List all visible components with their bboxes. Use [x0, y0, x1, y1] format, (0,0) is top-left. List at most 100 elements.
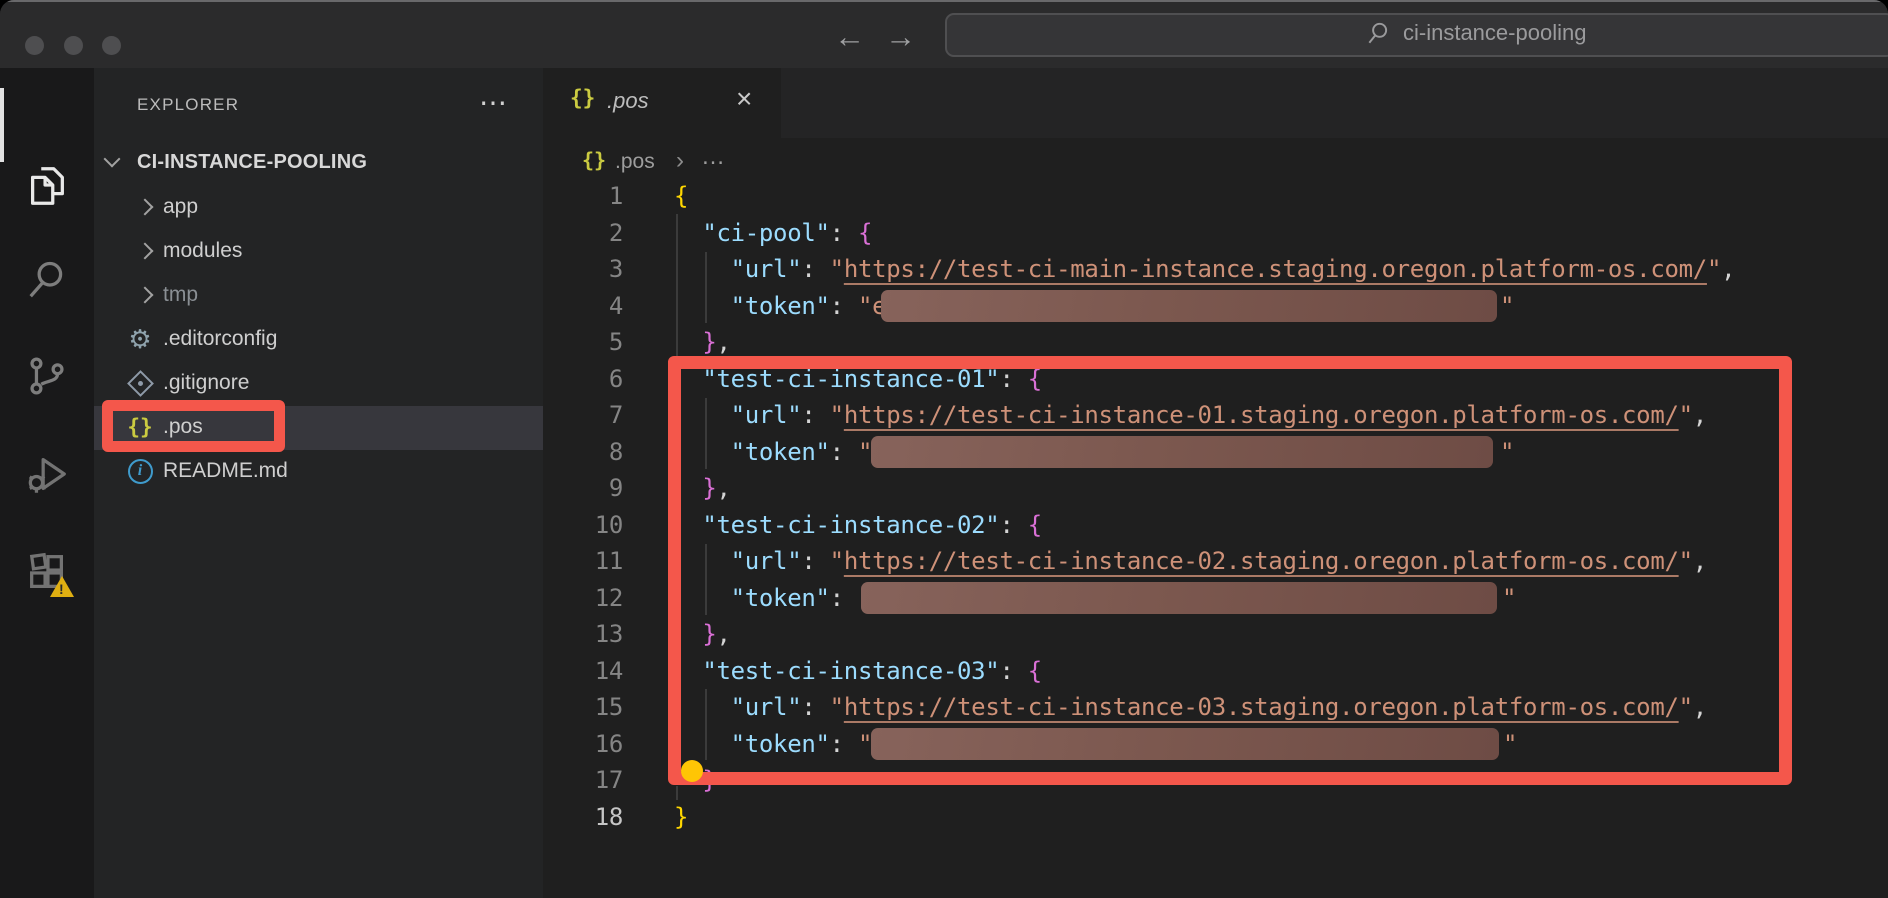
- warning-badge-icon: !: [50, 576, 74, 597]
- annotation-yellow-dot: [681, 760, 703, 782]
- line-number[interactable]: 11: [543, 543, 623, 580]
- tree-item-README.md[interactable]: i README.md: [94, 450, 543, 494]
- line-number[interactable]: 14: [543, 653, 623, 690]
- code-line-5[interactable]: 5 },: [543, 324, 1888, 361]
- tree-item-app[interactable]: app: [94, 186, 543, 230]
- tree-item-tmp[interactable]: tmp: [94, 274, 543, 318]
- back-button[interactable]: ←: [834, 20, 865, 54]
- search-view-button[interactable]: [0, 241, 94, 317]
- code-line-15[interactable]: 15 "url": "https://test-ci-instance-03.s…: [543, 689, 1888, 726]
- code-line-14[interactable]: 14 "test-ci-instance-03": {: [543, 653, 1888, 690]
- code-line-8[interactable]: 8 "token": ": [543, 434, 1888, 471]
- tab-pos[interactable]: {} .pos ×: [543, 68, 781, 138]
- line-number[interactable]: 6: [543, 361, 623, 398]
- json-file-icon: {}: [582, 148, 606, 172]
- tree-root-label: CI-INSTANCE-POOLING: [137, 151, 367, 174]
- chevron-right-icon: [137, 287, 154, 304]
- title-bar: ← → ci-instance-pooling: [0, 0, 1888, 68]
- tree-item-dot-editorconfig[interactable]: ⚙.editorconfig: [94, 318, 543, 362]
- code-text: "url": "https://test-ci-instance-03.stag…: [674, 689, 1707, 726]
- tree-item-modules[interactable]: modules: [94, 230, 543, 274]
- line-number[interactable]: 2: [543, 215, 623, 252]
- line-number[interactable]: 3: [543, 251, 623, 288]
- run-debug-view-button[interactable]: [0, 436, 94, 512]
- extensions-view-button[interactable]: !: [0, 534, 94, 610]
- line-number[interactable]: 8: [543, 434, 623, 471]
- indent-guide: [705, 252, 707, 323]
- tree-item-label: .pos: [163, 415, 203, 439]
- chevron-down-icon: [104, 151, 121, 168]
- search-value: ci-instance-pooling: [1403, 20, 1586, 46]
- code-text: }: [674, 799, 688, 836]
- explorer-view-button[interactable]: [0, 148, 94, 224]
- more-actions-icon[interactable]: ⋯: [479, 86, 507, 119]
- git-icon: [125, 368, 155, 398]
- code-line-3[interactable]: 3 "url": "https://test-ci-main-instance.…: [543, 251, 1888, 288]
- code-line-4[interactable]: 4 "token": "e: [543, 288, 1888, 325]
- token-closing-quote: ": [1502, 580, 1516, 617]
- redacted-token-blur: [871, 436, 1493, 468]
- code-text: "token": ": [674, 434, 872, 471]
- code-line-12[interactable]: 12 "token":: [543, 580, 1888, 617]
- tree-root-ci-instance-pooling[interactable]: CI-INSTANCE-POOLING: [94, 141, 543, 185]
- source-control-view-button[interactable]: [0, 338, 94, 414]
- line-number[interactable]: 5: [543, 324, 623, 361]
- json-icon: {}: [125, 412, 155, 442]
- indent-guide: [705, 689, 707, 760]
- code-line-9[interactable]: 9 },: [543, 470, 1888, 507]
- code-line-6[interactable]: 6 "test-ci-instance-01": {: [543, 361, 1888, 398]
- code-line-10[interactable]: 10 "test-ci-instance-02": {: [543, 507, 1888, 544]
- code-line-18[interactable]: 18}: [543, 799, 1888, 836]
- code-line-13[interactable]: 13 },: [543, 616, 1888, 653]
- code-line-17[interactable]: 17 }: [543, 762, 1888, 799]
- files-icon: [24, 163, 70, 209]
- line-number[interactable]: 15: [543, 689, 623, 726]
- tree-item-label: README.md: [163, 459, 288, 483]
- activity-bar: !: [0, 68, 94, 898]
- line-number[interactable]: 13: [543, 616, 623, 653]
- line-number[interactable]: 1: [543, 178, 623, 215]
- close-tab-icon[interactable]: ×: [736, 83, 752, 115]
- line-number[interactable]: 18: [543, 799, 623, 836]
- forward-button[interactable]: →: [885, 20, 916, 54]
- sidebar-header: EXPLORER ⋯: [94, 90, 543, 122]
- code-text: "token": "e: [674, 288, 886, 325]
- code-line-7[interactable]: 7 "url": "https://test-ci-instance-01.st…: [543, 397, 1888, 434]
- command-center-search[interactable]: ci-instance-pooling: [945, 13, 1888, 57]
- line-number[interactable]: 17: [543, 762, 623, 799]
- code-text: {: [674, 178, 688, 215]
- line-number[interactable]: 7: [543, 397, 623, 434]
- line-number[interactable]: 16: [543, 726, 623, 763]
- code-line-11[interactable]: 11 "url": "https://test-ci-instance-02.s…: [543, 543, 1888, 580]
- breadcrumb[interactable]: {} .pos › …: [543, 146, 1888, 182]
- token-closing-quote: ": [1503, 726, 1517, 763]
- line-number[interactable]: 10: [543, 507, 623, 544]
- line-number[interactable]: 4: [543, 288, 623, 325]
- breadcrumb-file[interactable]: .pos: [615, 150, 655, 174]
- branch-icon: [24, 353, 70, 399]
- code-line-2[interactable]: 2 "ci-pool": {: [543, 215, 1888, 252]
- breadcrumb-more[interactable]: …: [701, 143, 725, 171]
- tab-bar: {} .pos ×: [543, 68, 1888, 138]
- gear-icon: ⚙: [125, 324, 155, 354]
- redacted-token-blur: [861, 582, 1497, 614]
- code-text: "token":: [674, 580, 858, 617]
- code-text: },: [674, 324, 731, 361]
- code-text: "test-ci-instance-03": {: [674, 653, 1042, 690]
- line-number[interactable]: 9: [543, 470, 623, 507]
- token-closing-quote: ": [1500, 434, 1514, 471]
- tree-item-dot-pos[interactable]: {} .pos: [94, 406, 543, 450]
- code-text: "ci-pool": {: [674, 215, 872, 252]
- code-line-16[interactable]: 16 "token": ": [543, 726, 1888, 763]
- code-line-1[interactable]: 1{: [543, 178, 1888, 215]
- tab-label: .pos: [607, 88, 649, 114]
- sidebar-title: EXPLORER: [137, 95, 239, 115]
- minimize-window-icon[interactable]: [64, 36, 83, 55]
- redacted-token-blur: [871, 728, 1499, 760]
- tree-item-dot-gitignore[interactable]: .gitignore: [94, 362, 543, 406]
- close-window-icon[interactable]: [25, 36, 44, 55]
- line-number[interactable]: 12: [543, 580, 623, 617]
- code-text: "url": "https://test-ci-main-instance.st…: [674, 251, 1735, 288]
- info-icon: i: [125, 456, 155, 486]
- maximize-window-icon[interactable]: [102, 36, 121, 55]
